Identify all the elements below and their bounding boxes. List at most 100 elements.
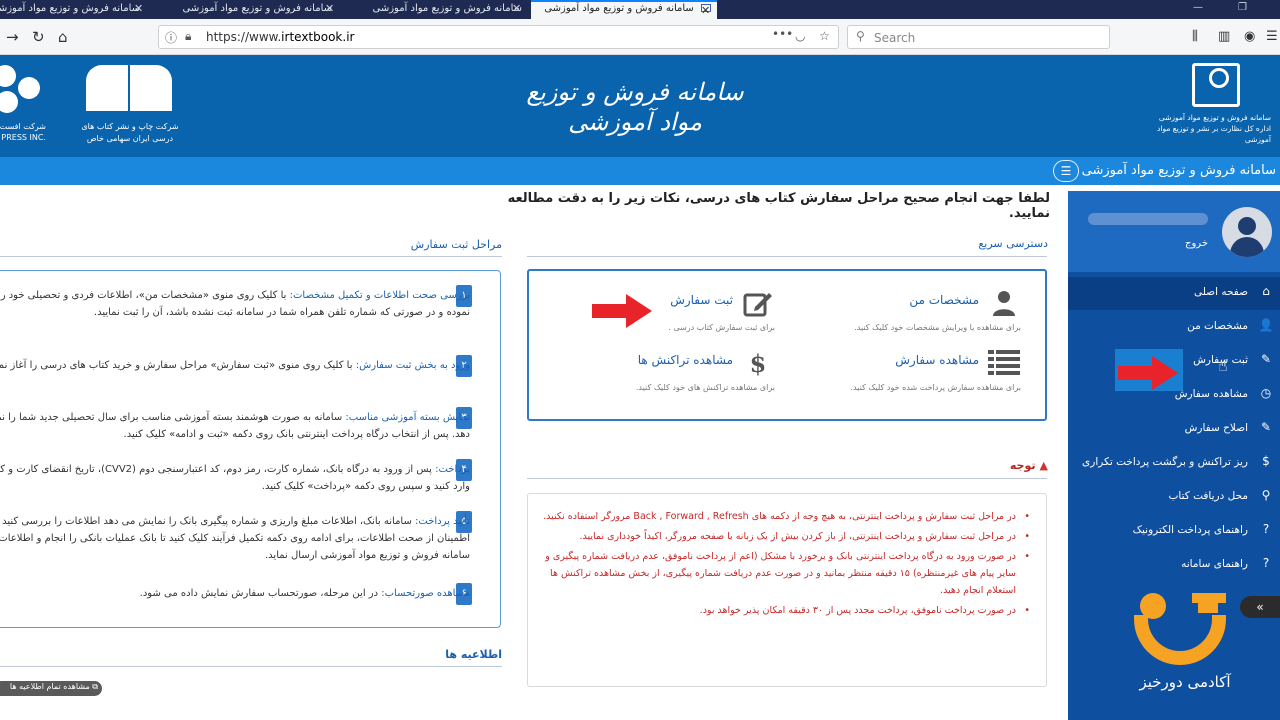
- hand-cursor-icon: ☝: [1218, 356, 1228, 375]
- sidebar-item-profile[interactable]: 👤 مشخصات من: [1068, 311, 1280, 344]
- step-heading: ورود به بخش ثبت سفارش:: [355, 360, 470, 371]
- offset-logo: شرکت افست سهامی عام OFFSET PRESS INC.: [0, 61, 48, 153]
- info-icon[interactable]: ⓘ: [165, 29, 177, 46]
- url-text[interactable]: https://www.irtextbook.ir: [206, 30, 354, 44]
- step-item: بررسی صحت اطلاعات و تکمیل مشخصات: با کلی…: [0, 287, 470, 321]
- close-icon[interactable]: ✕: [701, 4, 710, 17]
- step-heading: نمایش بسته آموزشی مناسب:: [345, 412, 470, 423]
- ministry-emblem: سامانه فروش و توزیع مواد آموزشی اداره کل…: [1150, 60, 1275, 155]
- dollar-icon: $: [749, 349, 767, 378]
- notice-text: لطفا جهت انجام صحیح مراحل سفارش کتاب های…: [507, 191, 1050, 221]
- browser-navbar: → ↻ ⌂ ⓘ 🔒︎ https://www.irtextbook.ir •••…: [0, 19, 1280, 55]
- browser-tab-active[interactable]: سامانه فروش و توزیع مواد آموزشی ✕: [531, 0, 717, 19]
- quick-action-desc: برای مشاهده سفارش پرداخت شده خود کلیک کن…: [850, 383, 1021, 392]
- user-icon: [987, 289, 1021, 319]
- quick-action-title[interactable]: ثبت سفارش: [670, 293, 733, 307]
- lock-icon[interactable]: 🔒︎: [185, 29, 191, 44]
- collapse-chevron-icon[interactable]: «: [1240, 596, 1280, 618]
- sidebar-item-label: ریز تراکنش و برگشت پرداخت تکراری: [1082, 456, 1248, 468]
- sidebar-item-label: مشاهده سفارش: [1174, 388, 1248, 400]
- library-icon[interactable]: ⫼: [1192, 28, 1198, 46]
- sidebar-toggle-icon[interactable]: ▥: [1218, 28, 1230, 46]
- home-icon[interactable]: ⌂: [58, 28, 68, 46]
- quick-action-title[interactable]: مشخصات من: [909, 293, 979, 307]
- sidebar-item-transactions[interactable]: $ ریز تراکنش و برگشت پرداخت تکراری: [1068, 447, 1280, 480]
- sidebar-item-edit-order[interactable]: ✎ اصلاح سفارش: [1068, 413, 1280, 446]
- browser-tab[interactable]: سامانه فروش و توزیع مواد آموزشی ✕: [342, 0, 528, 19]
- quick-action-profile[interactable]: مشخصات من برای مشاهده یا ویرایش مشخصات خ…: [781, 289, 1021, 349]
- edit-icon: ✎: [1260, 352, 1272, 366]
- quick-access-title: دسترسی سریع: [978, 237, 1048, 250]
- system-title-bar: ☰ سامانه فروش و توزیع مواد آموزشی: [0, 157, 1280, 185]
- quick-action-place-order[interactable]: ثبت سفارش برای ثبت سفارش کتاب درسی .: [535, 289, 775, 349]
- tab-label: سامانه فروش و توزیع مواد آموزشی: [0, 3, 140, 14]
- step-heading: بررسی صحت اطلاعات و تکمیل مشخصات:: [289, 290, 470, 301]
- step-body: پس از ورود به درگاه بانک، شماره کارت، رم…: [0, 464, 470, 492]
- question-icon: ?: [1262, 522, 1270, 536]
- sidebar-item-system-guide[interactable]: ? راهنمای سامانه: [1068, 549, 1280, 582]
- external-link-icon: ⧉: [92, 682, 98, 691]
- emblem-icon: [1192, 63, 1240, 107]
- account-icon[interactable]: ◉: [1244, 28, 1255, 46]
- tab-label: سامانه فروش و توزیع مواد آموزشی: [372, 3, 522, 14]
- alert-item: در صورت پرداخت ناموفق، پرداخت مجدد پس از…: [542, 602, 1030, 619]
- close-icon[interactable]: ✕: [134, 2, 143, 15]
- pocket-icon[interactable]: ◡: [795, 29, 805, 43]
- sidebar-item-payment-guide[interactable]: ? راهنمای پرداخت الکترونیک: [1068, 515, 1280, 548]
- close-icon[interactable]: ✕: [325, 2, 334, 15]
- step-item: مشاهده صورتحساب: در این مرحله، صورتحساب …: [0, 585, 470, 602]
- user-name-blurred: [1088, 213, 1208, 225]
- alert-panel: در مراحل ثبت سفارش و پرداخت اینترنتی، به…: [527, 493, 1047, 687]
- logout-link[interactable]: خروج: [1168, 238, 1208, 249]
- step-heading: مشاهده صورتحساب:: [381, 588, 470, 599]
- sidebar-item-home[interactable]: ⌂ صفحه اصلی: [1068, 277, 1280, 310]
- browser-tab[interactable]: سامانه فروش و توزیع مواد آموزشی ✕: [152, 0, 338, 19]
- divider: [527, 478, 1047, 479]
- system-title: سامانه فروش و توزیع مواد آموزشی: [1081, 163, 1276, 178]
- reload-icon[interactable]: ↻: [32, 28, 45, 46]
- sidebar-item-label: مشخصات من: [1187, 320, 1248, 332]
- divider: [0, 256, 502, 257]
- app-menu-icon[interactable]: ☰: [1266, 28, 1278, 46]
- menu-toggle-icon[interactable]: ☰: [1053, 160, 1079, 182]
- textbook-publisher-logo: شرکت چاپ و نشر کتاب های درسی ایران سهامی…: [80, 61, 180, 153]
- forward-icon[interactable]: →: [6, 28, 19, 46]
- avatar[interactable]: [1222, 207, 1272, 257]
- question-icon: ?: [1262, 556, 1270, 570]
- step-body: سامانه بانک، اطلاعات مبلغ واریزی و شماره…: [0, 516, 470, 561]
- alert-item: در صورت ورود به درگاه پرداخت اینترنتی با…: [542, 548, 1030, 599]
- url-domain: irtextbook.ir: [281, 30, 355, 44]
- news-title: اطلاعیه ها: [445, 648, 502, 661]
- maximize-icon[interactable]: ❐: [1238, 2, 1247, 13]
- dollar-icon: $: [1262, 454, 1270, 468]
- quick-action-title[interactable]: مشاهده سفارش: [895, 353, 979, 367]
- sidebar-item-book-location[interactable]: ⚲ محل دریافت کتاب: [1068, 481, 1280, 514]
- quick-action-transactions[interactable]: $ مشاهده تراکنش ها برای مشاهده تراکنش ها…: [535, 349, 775, 409]
- quick-action-title[interactable]: مشاهده تراکنش ها: [638, 353, 733, 367]
- sidebar-item-label: صفحه اصلی: [1193, 286, 1248, 298]
- red-arrow-icon: [592, 294, 652, 328]
- step-heading: پرداخت:: [435, 464, 470, 475]
- alert-title: ▲توجه: [980, 459, 1048, 472]
- open-book-icon: [86, 65, 172, 115]
- browser-tab-strip: سامانه فروش و توزیع مواد آموزشی ✕ سامانه…: [0, 0, 1280, 19]
- order-steps-panel: ۱ بررسی صحت اطلاعات و تکمیل مشخصات: با ک…: [0, 270, 501, 628]
- offset-logo-caption: شرکت افست سهامی عام OFFSET PRESS INC.: [0, 122, 46, 142]
- divider: [527, 256, 1047, 257]
- quick-action-view-order[interactable]: مشاهده سفارش برای مشاهده سفارش پرداخت شد…: [781, 349, 1021, 409]
- page-actions-icon[interactable]: •••: [772, 27, 793, 41]
- minimize-icon[interactable]: —: [1193, 2, 1203, 13]
- red-arrow-icon: [1118, 356, 1178, 390]
- search-input[interactable]: ⚲ Search: [847, 25, 1110, 49]
- search-placeholder: Search: [874, 31, 916, 45]
- user-box: خروج: [1068, 191, 1280, 272]
- step-item: نمایش بسته آموزشی مناسب: سامانه به صورت …: [0, 409, 470, 443]
- url-bar[interactable]: ⓘ 🔒︎ https://www.irtextbook.ir ••• ◡ ☆: [158, 25, 839, 49]
- bookmark-star-icon[interactable]: ☆: [819, 29, 830, 43]
- close-icon[interactable]: ✕: [512, 2, 521, 15]
- view-all-news-button[interactable]: ⧉ مشاهده تمام اطلاعیه ها: [0, 681, 102, 696]
- sidebar-item-label: اصلاح سفارش: [1184, 422, 1248, 434]
- academy-name: آکادمی دورخیز: [1139, 673, 1231, 691]
- map-pin-icon: ⚲: [1261, 488, 1271, 502]
- browser-tab[interactable]: سامانه فروش و توزیع مواد آموزشی ✕: [0, 0, 146, 19]
